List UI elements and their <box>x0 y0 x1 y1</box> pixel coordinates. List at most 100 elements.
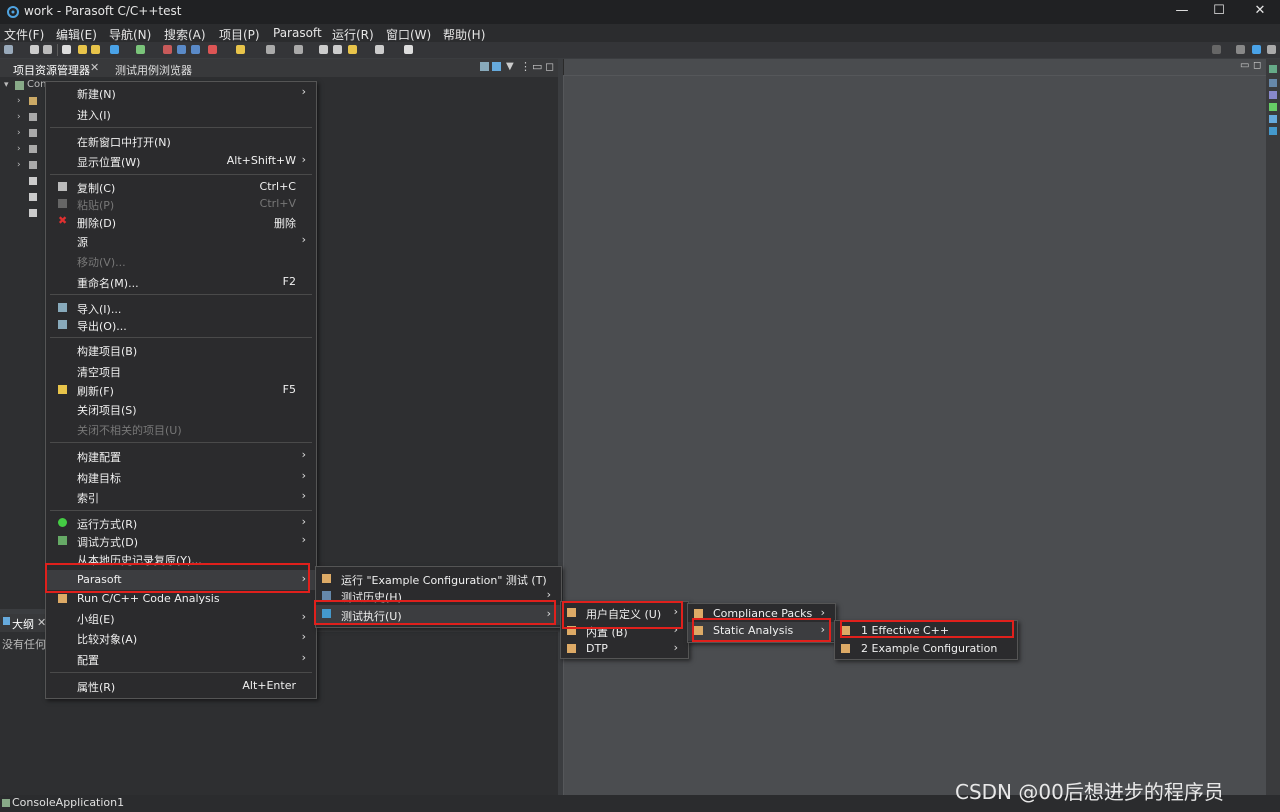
view-menu-icon[interactable]: ⋮ <box>520 60 531 73</box>
trim-icon[interactable] <box>1269 115 1277 123</box>
menu-item-new[interactable]: 新建(N) › <box>46 84 316 102</box>
file-icon <box>29 129 37 137</box>
maximize-editor-icon[interactable]: ◻ <box>1253 60 1261 71</box>
tab-outline[interactable]: 大纲 <box>12 616 34 632</box>
parasoft-logo-icon <box>7 6 19 18</box>
maximize-button[interactable]: ☐ <box>1199 0 1239 24</box>
tab-close-icon[interactable]: ✕ <box>90 61 99 74</box>
link-editor-icon[interactable] <box>492 62 501 71</box>
menu-item-refresh[interactable]: 刷新(F) F5 <box>46 381 316 399</box>
menu-navigate[interactable]: 导航(N) <box>109 26 151 43</box>
next-edit-icon[interactable] <box>375 45 384 54</box>
tree-root-label[interactable]: Con <box>27 79 46 90</box>
toolbar-separator <box>57 44 58 56</box>
trim-icon[interactable] <box>1269 65 1277 73</box>
menu-item-go-into[interactable]: 进入(I) <box>46 105 316 123</box>
collapse-all-icon[interactable] <box>480 62 489 71</box>
menu-search[interactable]: 搜索(A) <box>164 26 206 43</box>
search-icon[interactable] <box>294 45 303 54</box>
menu-parasoft[interactable]: Parasoft <box>273 26 322 40</box>
quick-access-icon[interactable] <box>1212 45 1221 54</box>
menu-item-export[interactable]: 导出(O)... <box>46 316 316 334</box>
tree-expand-icon[interactable]: ▾ <box>4 80 9 90</box>
terminal-icon[interactable] <box>404 45 413 54</box>
menu-item-close-project[interactable]: 关闭项目(S) <box>46 400 316 418</box>
menu-file[interactable]: 文件(F) <box>4 26 44 43</box>
stop-icon[interactable] <box>208 45 217 54</box>
menu-edit[interactable]: 编辑(E) <box>56 26 97 43</box>
menu-item-show-in[interactable]: 显示位置(W) Alt+Shift+W › <box>46 152 316 170</box>
new-icon[interactable] <box>4 45 13 54</box>
trim-icon[interactable] <box>1269 79 1277 87</box>
menu-item-label: 源 <box>77 236 88 249</box>
menu-item-rename[interactable]: 重命名(M)... F2 <box>46 273 316 291</box>
parasoft-perspective-icon[interactable] <box>1267 45 1276 54</box>
menu-item-compare-with[interactable]: 比较对象(A) › <box>46 629 316 647</box>
tree-expand-icon[interactable]: › <box>17 160 21 170</box>
redo-icon[interactable] <box>91 45 100 54</box>
tab-project-explorer[interactable]: 项目资源管理器 <box>13 62 90 78</box>
menu-item-label: 2 Example Configuration <box>861 642 998 655</box>
menu-item-clean-project[interactable]: 清空项目 <box>46 362 316 380</box>
menu-item-index[interactable]: 索引 › <box>46 488 316 506</box>
trim-icon[interactable] <box>1269 91 1277 99</box>
menu-run[interactable]: 运行(R) <box>332 26 374 43</box>
menu-item-debug-as[interactable]: 调试方式(D) › <box>46 532 316 550</box>
menu-item-label: 关闭项目(S) <box>77 404 137 417</box>
menu-item-properties[interactable]: 属性(R) Alt+Enter <box>46 677 316 695</box>
save-icon[interactable] <box>30 45 39 54</box>
trim-icon[interactable] <box>1269 103 1277 111</box>
bug-icon[interactable] <box>163 45 172 54</box>
menu-item-run-as[interactable]: 运行方式(R) › <box>46 514 316 532</box>
open-type-icon[interactable] <box>266 45 275 54</box>
forward-icon[interactable] <box>333 45 342 54</box>
menu-item-delete[interactable]: ✖ 删除(D) 删除 <box>46 213 316 231</box>
minimize-view-icon[interactable]: ▭ <box>532 60 542 73</box>
menu-help[interactable]: 帮助(H) <box>443 26 485 43</box>
maximize-view-icon[interactable]: ◻ <box>545 60 554 73</box>
debug-icon[interactable] <box>177 45 186 54</box>
tree-expand-icon[interactable]: › <box>17 112 21 122</box>
menu-item-import[interactable]: 导入(I)... <box>46 299 316 317</box>
annotation-highlight-effective-cpp <box>840 620 1014 638</box>
undo-icon[interactable] <box>78 45 87 54</box>
file-icon <box>29 193 37 201</box>
menu-item-build-config[interactable]: 构建配置 › <box>46 447 316 465</box>
paste-icon <box>58 199 67 208</box>
save-all-icon[interactable] <box>43 45 52 54</box>
build-icon[interactable] <box>136 45 145 54</box>
minimize-editor-icon[interactable]: ▭ <box>1240 60 1249 71</box>
menu-item-build-project[interactable]: 构建项目(B) <box>46 341 316 359</box>
tree-expand-icon[interactable]: › <box>17 96 21 106</box>
tree-expand-icon[interactable]: › <box>17 144 21 154</box>
back-icon[interactable] <box>319 45 328 54</box>
cpp-perspective-icon[interactable] <box>1252 45 1261 54</box>
menu-item-copy[interactable]: 复制(C) Ctrl+C <box>46 178 316 196</box>
tab-test-case-browser[interactable]: 测试用例浏览器 <box>115 62 192 78</box>
menu-item-team[interactable]: 小组(E) › <box>46 609 316 627</box>
menu-item-label: 比较对象(A) <box>77 633 138 646</box>
menu-project[interactable]: 项目(P) <box>219 26 260 43</box>
delete-icon: ✖ <box>58 214 68 227</box>
profile-icon[interactable] <box>191 45 200 54</box>
menu-item-run-example-config[interactable]: 运行 "Example Configuration" 测试 (T) <box>316 570 561 588</box>
tree-expand-icon[interactable]: › <box>17 128 21 138</box>
menu-item-build-targets[interactable]: 构建目标 › <box>46 468 316 486</box>
menu-item-example-configuration[interactable]: 2 Example Configuration <box>835 640 1017 658</box>
menu-item-label: Run C/C++ Code Analysis <box>77 592 220 605</box>
trim-icon[interactable] <box>1269 127 1277 135</box>
brush-icon[interactable] <box>236 45 245 54</box>
menu-item-configure[interactable]: 配置 › <box>46 650 316 668</box>
run-test-icon[interactable] <box>110 45 119 54</box>
menu-window[interactable]: 窗口(W) <box>386 26 431 43</box>
menu-item-open-new-window[interactable]: 在新窗口中打开(N) <box>46 132 316 150</box>
print-icon[interactable] <box>62 45 71 54</box>
prev-edit-icon[interactable] <box>348 45 357 54</box>
menu-item-dtp[interactable]: DTP › <box>561 640 688 658</box>
close-button[interactable]: ✕ <box>1240 0 1280 24</box>
open-perspective-icon[interactable] <box>1236 45 1245 54</box>
minimize-button[interactable]: — <box>1162 0 1202 24</box>
menu-item-label: 小组(E) <box>77 613 115 626</box>
menu-item-source[interactable]: 源 › <box>46 232 316 250</box>
filter-icon[interactable]: ▼ <box>506 61 514 72</box>
